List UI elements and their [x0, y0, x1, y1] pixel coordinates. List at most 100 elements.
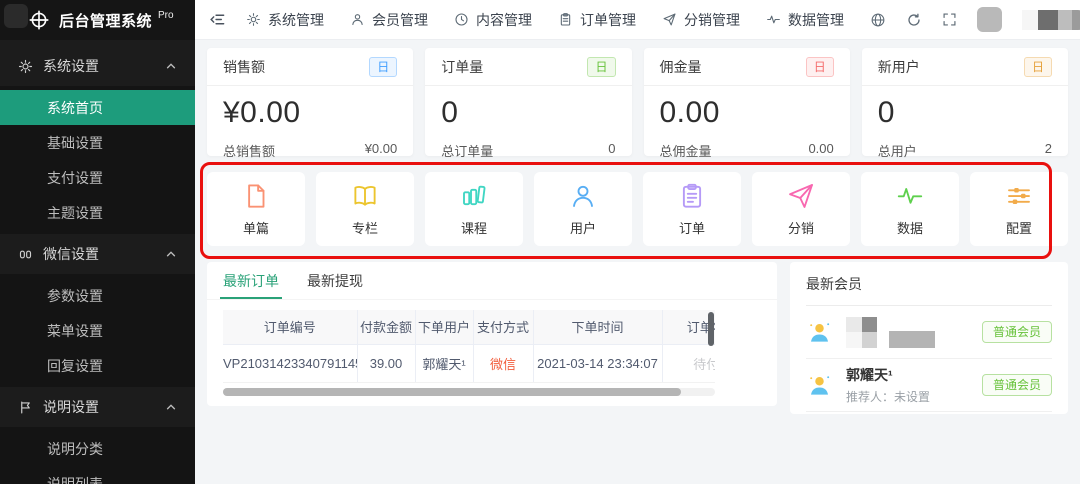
member-row: 郭耀天¹ 推荐人：未设置 普通会员 [806, 359, 1052, 412]
sidebar-item-system-home[interactable]: 系统首页 [0, 90, 195, 125]
stat-total-label: 总销售额 [223, 141, 275, 160]
person-icon [568, 181, 598, 211]
member-referrer: 推荐人：未设置 [846, 388, 930, 405]
shortcut-orders[interactable]: 订单 [643, 172, 741, 246]
shortcut-distribution[interactable]: 分销 [752, 172, 850, 246]
topbar-right [870, 7, 1080, 32]
topbar: 系统管理 会员管理 内容管理 订单管理 [195, 0, 1080, 40]
stat-label: 佣金量 [660, 57, 702, 77]
tab-latest-orders[interactable]: 最新订单 [223, 262, 279, 299]
col-amount: 付款金额 [357, 310, 415, 344]
sidebar-item-param-settings[interactable]: 参数设置 [0, 278, 195, 313]
send-icon [786, 181, 816, 211]
sidebar-collapse-icon[interactable] [209, 11, 226, 28]
member-avatar-icon [806, 372, 833, 399]
latest-orders-panel: 最新订单 最新提现 订单编号 付款金额 [207, 262, 777, 406]
stat-label: 销售额 [223, 57, 265, 77]
chevron-up-icon [165, 60, 177, 72]
sidebar-item-reply-settings[interactable]: 回复设置 [0, 348, 195, 383]
sidebar: 后台管理系统 Pro 系统设置 系统首页 基础设置 支付设置 主题设置 [0, 0, 195, 484]
logo: 后台管理系统 Pro [0, 0, 195, 40]
sidebar-submenu-description: 说明分类 说明列表 [0, 427, 195, 484]
sidebar-item-desc-list[interactable]: 说明列表 [0, 466, 195, 484]
members-panel-title: 最新会员 [806, 274, 1052, 294]
sidebar-section-system[interactable]: 系统设置 [0, 46, 195, 86]
sidebar-item-theme-settings[interactable]: 主题设置 [0, 195, 195, 230]
orders-tabs: 最新订单 最新提现 [207, 262, 777, 300]
period-badge-day[interactable]: 日 [369, 57, 397, 77]
stat-card-new-users: 新用户 日 0 总用户 2 [862, 48, 1068, 156]
stat-total-value: ¥0.00 [365, 141, 398, 160]
sidebar-menu: 系统设置 系统首页 基础设置 支付设置 主题设置 微信设置 [0, 40, 195, 484]
shortcut-data[interactable]: 数据 [861, 172, 959, 246]
fullscreen-icon[interactable] [942, 12, 957, 27]
stat-total-label: 总用户 [878, 141, 917, 160]
sidebar-submenu-system: 系统首页 基础设置 支付设置 主题设置 [0, 86, 195, 234]
nav-label: 数据管理 [788, 10, 844, 30]
table-header-row: 订单编号 付款金额 下单用户 支付方式 下单时间 订单状态 [223, 310, 715, 344]
book-icon [350, 181, 380, 211]
sidebar-item-basic-settings[interactable]: 基础设置 [0, 125, 195, 160]
bottom-panels: 最新订单 最新提现 订单编号 付款金额 [207, 262, 1068, 414]
sidebar-section-label: 系统设置 [43, 56, 99, 76]
latest-members-panel: 最新会员 普通会员 [790, 262, 1068, 414]
sidebar-item-desc-category[interactable]: 说明分类 [0, 431, 195, 466]
sidebar-section-wechat[interactable]: 微信设置 [0, 234, 195, 274]
avatar[interactable] [977, 7, 1002, 32]
member-row: 普通会员 [806, 306, 1052, 359]
dashboard-content: 销售额 日 ¥0.00 总销售额 ¥0.00 订单量 日 0 [195, 40, 1080, 484]
app-title: 后台管理系统 [59, 10, 152, 31]
col-order-no: 订单编号 [223, 310, 357, 344]
nav-item-distribution[interactable]: 分销管理 [662, 10, 740, 30]
cell-pay-method: 微信 [473, 344, 533, 382]
nav-label: 订单管理 [580, 10, 636, 30]
nav-label: 内容管理 [476, 10, 532, 30]
document-icon [241, 181, 271, 211]
stat-value: ¥0.00 [207, 86, 413, 130]
refresh-icon[interactable] [906, 12, 922, 28]
stat-card-orders: 订单量 日 0 总订单量 0 [425, 48, 631, 156]
stat-total-value: 0.00 [808, 141, 833, 160]
tab-latest-withdrawals[interactable]: 最新提现 [307, 262, 363, 299]
horizontal-scrollbar-thumb[interactable] [223, 388, 681, 396]
username-censored [1022, 10, 1080, 30]
gear-icon [18, 59, 33, 74]
col-user: 下单用户 [415, 310, 473, 344]
nav-item-content[interactable]: 内容管理 [454, 10, 532, 30]
shortcut-users[interactable]: 用户 [534, 172, 632, 246]
col-time: 下单时间 [533, 310, 662, 344]
nav-item-members[interactable]: 会员管理 [350, 10, 428, 30]
stat-total-label: 总订单量 [441, 141, 493, 160]
shortcut-label: 用户 [570, 218, 596, 237]
nav-item-orders[interactable]: 订单管理 [558, 10, 636, 30]
stat-label: 新用户 [878, 57, 920, 77]
cell-order-no: VP210314233407911458 [223, 344, 357, 382]
member-level-badge: 普通会员 [982, 321, 1052, 343]
shortcut-column[interactable]: 专栏 [316, 172, 414, 246]
member-avatar-icon [806, 319, 833, 346]
shortcut-label: 课程 [461, 218, 487, 237]
nav-item-system[interactable]: 系统管理 [246, 10, 324, 30]
shortcuts-row: 单篇 专栏 课程 用户 [207, 172, 1068, 246]
nav-item-data[interactable]: 数据管理 [766, 10, 844, 30]
shortcut-courses[interactable]: 课程 [425, 172, 523, 246]
vertical-scrollbar[interactable] [708, 312, 714, 346]
sidebar-item-menu-settings[interactable]: 菜单设置 [0, 313, 195, 348]
chevron-up-icon [165, 248, 177, 260]
language-globe-icon[interactable] [870, 12, 886, 28]
orders-table: 订单编号 付款金额 下单用户 支付方式 下单时间 订单状态 [223, 310, 715, 383]
period-badge-day[interactable]: 日 [806, 57, 834, 77]
sidebar-item-payment-settings[interactable]: 支付设置 [0, 160, 195, 195]
period-badge-day[interactable]: 日 [1024, 57, 1052, 77]
shortcut-single-article[interactable]: 单篇 [207, 172, 305, 246]
stat-cards-row: 销售额 日 ¥0.00 总销售额 ¥0.00 订单量 日 0 [207, 48, 1068, 156]
stat-value: 0.00 [644, 86, 850, 130]
shortcut-config[interactable]: 配置 [970, 172, 1068, 246]
pulse-icon [895, 181, 925, 211]
member-level-badge: 普通会员 [982, 374, 1052, 396]
shortcut-label: 专栏 [352, 218, 378, 237]
shortcut-label: 订单 [679, 218, 705, 237]
stat-label: 订单量 [441, 57, 483, 77]
period-badge-day[interactable]: 日 [587, 57, 615, 77]
sidebar-section-description[interactable]: 说明设置 [0, 387, 195, 427]
